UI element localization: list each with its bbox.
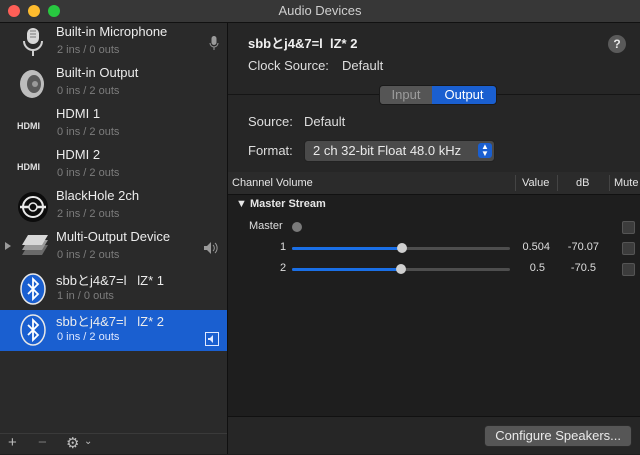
disclosure-open-icon: ▼ <box>236 198 247 210</box>
io-tab-control: Input Output <box>379 85 497 105</box>
mute-checkbox[interactable] <box>622 263 635 276</box>
sidebar-toolbar: + − ⚙ ⌄ <box>0 433 227 454</box>
column-divider <box>515 175 516 191</box>
blackhole-icon <box>16 190 50 224</box>
mute-checkbox[interactable] <box>622 221 635 234</box>
format-value: 2 ch 32-bit Float 48.0 kHz <box>313 143 462 158</box>
column-channel-volume[interactable]: Channel Volume <box>232 172 313 194</box>
channel-label: 2 <box>280 262 287 274</box>
device-item-hdmi-1[interactable]: HDMI HDMI 1 0 ins / 2 outs <box>0 105 227 146</box>
device-title: sbbとj4&7=l lZ* 2 <box>248 36 358 51</box>
device-name: BlackHole 2ch <box>56 188 140 203</box>
column-value[interactable]: Value <box>522 172 549 194</box>
column-divider <box>609 175 610 191</box>
bluetooth-icon <box>16 313 50 347</box>
device-name: HDMI 1 <box>56 106 101 121</box>
channel-row-2: 2 0.5 -70.5 <box>228 259 640 280</box>
channel-row-master: Master <box>228 217 640 238</box>
stream-label: Master Stream <box>249 198 326 210</box>
device-io: 1 in / 0 outs <box>57 290 114 302</box>
channel-db: -70.07 <box>567 241 599 253</box>
multi-output-icon <box>16 231 50 265</box>
device-name: HDMI 2 <box>56 147 101 162</box>
tab-output[interactable]: Output <box>432 86 496 104</box>
device-name: sbbとj4&7=l lZ* 1 <box>56 273 165 288</box>
device-io: 0 ins / 2 outs <box>57 331 120 343</box>
remove-device-button[interactable]: − <box>38 434 47 451</box>
volume-slider[interactable] <box>292 222 302 232</box>
device-item-built-in-output[interactable]: Built-in Output 0 ins / 2 outs <box>0 64 227 105</box>
mute-checkbox[interactable] <box>622 242 635 255</box>
microphone-icon <box>16 26 50 60</box>
device-item-hdmi-2[interactable]: HDMI HDMI 2 0 ins / 2 outs <box>0 146 227 187</box>
channel-label: 1 <box>280 241 287 253</box>
configure-speakers-button[interactable]: Configure Speakers... <box>484 425 632 447</box>
device-name: Built-in Output <box>56 65 139 80</box>
channel-value: 0.5 <box>529 262 545 274</box>
detail-footer: Configure Speakers... <box>228 416 640 455</box>
hdmi-icon: HDMI <box>16 149 50 183</box>
title-bar: Audio Devices <box>0 0 640 23</box>
add-device-button[interactable]: + <box>8 434 17 451</box>
format-select[interactable]: 2 ch 32-bit Float 48.0 kHz ▲ ▼ <box>304 140 495 162</box>
device-name: Multi-Output Device <box>56 229 171 244</box>
channel-row-1: 1 0.504 -70.07 <box>228 238 640 259</box>
disclosure-triangle-icon[interactable] <box>5 242 11 250</box>
device-io: 0 ins / 2 outs <box>57 249 120 261</box>
column-mute[interactable]: Mute <box>614 172 638 194</box>
default-output-icon <box>205 332 219 351</box>
device-io: 2 ins / 2 outs <box>57 208 120 220</box>
slider-knob[interactable] <box>292 222 302 232</box>
speaker-icon <box>16 67 50 101</box>
input-microphone-icon <box>209 36 219 55</box>
slider-fill <box>292 247 402 250</box>
clock-source-value[interactable]: Default <box>342 58 383 73</box>
channel-label: Master <box>249 220 283 232</box>
clock-source-label: Clock Source: <box>248 58 329 73</box>
channel-volume-table: Channel Volume Value dB Mute ▼ Master St… <box>228 172 640 416</box>
device-item-bluetooth-1[interactable]: sbbとj4&7=l lZ* 1 1 in / 0 outs <box>0 269 227 310</box>
gear-icon[interactable]: ⚙ <box>66 434 79 452</box>
device-item-bluetooth-2[interactable]: sbbとj4&7=l lZ* 2 0 ins / 2 outs <box>0 310 227 351</box>
device-io: 0 ins / 2 outs <box>57 126 120 138</box>
device-name: sbbとj4&7=l lZ* 2 <box>56 314 165 329</box>
volume-slider[interactable] <box>292 264 510 274</box>
channel-db: -70.5 <box>570 262 596 274</box>
device-io: 0 ins / 2 outs <box>57 167 120 179</box>
format-label: Format: <box>248 143 293 158</box>
device-item-built-in-microphone[interactable]: Built-in Microphone 2 ins / 0 outs <box>0 23 227 64</box>
stepper-arrows-icon: ▲ ▼ <box>478 143 492 158</box>
column-db[interactable]: dB <box>576 172 589 194</box>
hdmi-icon: HDMI <box>16 108 50 142</box>
slider-knob[interactable] <box>396 243 407 253</box>
svg-text:HDMI: HDMI <box>17 162 40 172</box>
device-detail-panel: sbbとj4&7=l lZ* 2 ? Clock Source: Default… <box>228 23 640 454</box>
window-title: Audio Devices <box>278 3 362 18</box>
svg-text:HDMI: HDMI <box>17 121 40 131</box>
column-divider <box>557 175 558 191</box>
device-io: 2 ins / 0 outs <box>57 44 120 56</box>
source-value[interactable]: Default <box>304 114 345 129</box>
device-io: 0 ins / 2 outs <box>57 85 120 97</box>
device-list: Built-in Microphone 2 ins / 0 outs Built… <box>0 23 228 454</box>
channel-value: 0.504 <box>522 241 550 253</box>
device-name: Built-in Microphone <box>56 24 168 39</box>
chevron-down-icon[interactable]: ⌄ <box>84 436 92 447</box>
help-button[interactable]: ? <box>608 35 626 53</box>
output-speaker-icon <box>203 241 219 260</box>
device-item-blackhole-2ch[interactable]: BlackHole 2ch 2 ins / 2 outs <box>0 187 227 228</box>
source-label: Source: <box>248 114 293 129</box>
slider-knob[interactable] <box>396 264 406 274</box>
bluetooth-icon <box>16 272 50 306</box>
tab-input[interactable]: Input <box>380 86 432 104</box>
slider-fill <box>292 268 401 271</box>
device-item-multi-output-device[interactable]: Multi-Output Device 0 ins / 2 outs <box>0 228 227 269</box>
master-stream-group[interactable]: ▼ Master Stream <box>236 198 326 210</box>
volume-slider[interactable] <box>292 243 510 253</box>
